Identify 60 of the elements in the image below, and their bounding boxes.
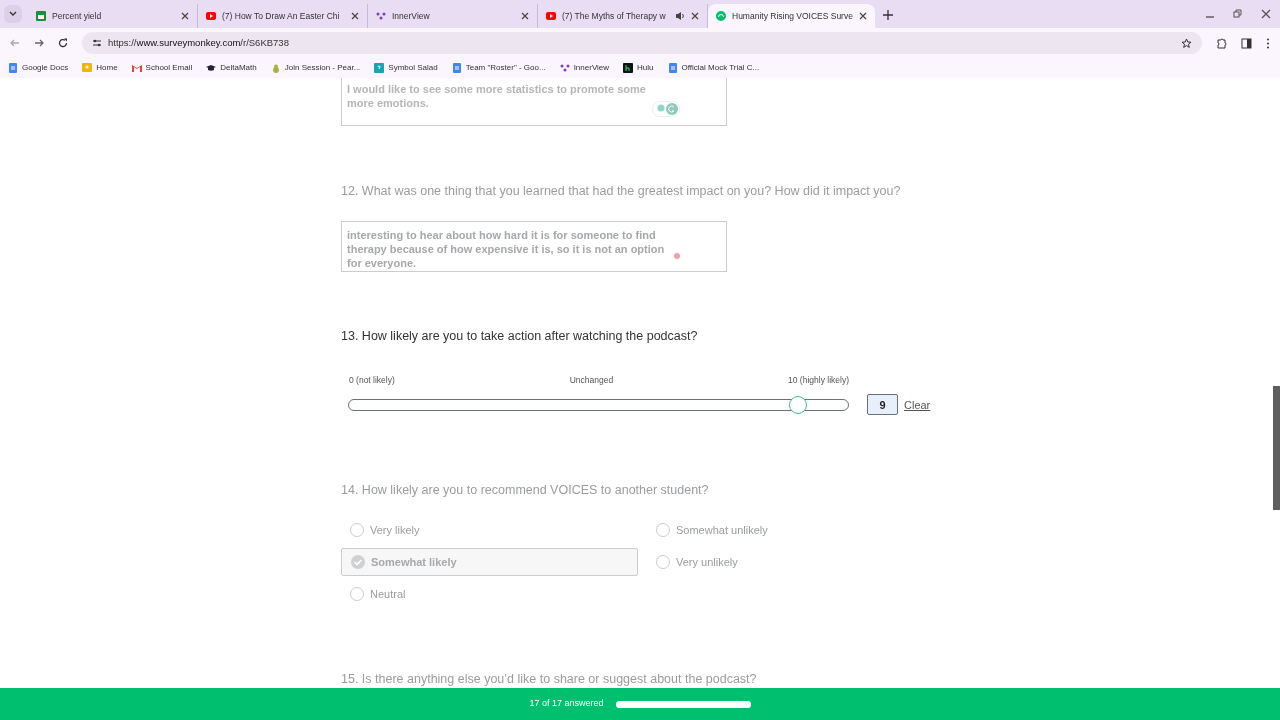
dots-icon <box>559 63 570 73</box>
bookmark[interactable]: Google Docs <box>8 62 69 74</box>
site-settings-icon[interactable] <box>92 38 102 48</box>
bookmark[interactable]: Home <box>82 62 118 74</box>
classroom-icon <box>82 63 93 73</box>
browser-tab[interactable]: Humanity Rising VOICES Surve <box>708 4 875 28</box>
cap-icon <box>206 63 217 73</box>
restore-icon[interactable] <box>1233 9 1243 19</box>
bookmark[interactable]: Team "Roster" - Goo... <box>451 62 546 74</box>
forward-icon[interactable] <box>34 38 44 48</box>
square-icon <box>623 63 634 73</box>
bookmark[interactable]: InnerView <box>559 62 610 74</box>
bookmark[interactable]: Hulu <box>623 62 654 74</box>
scrollbar[interactable] <box>1273 386 1280 510</box>
logo-icon <box>716 11 726 21</box>
writing-assistant-icon <box>652 101 680 117</box>
star-icon[interactable] <box>1181 37 1192 49</box>
url-text: https://www.surveymonkey.com/r/S6KB738 <box>108 35 289 50</box>
dots-icon <box>376 11 386 21</box>
mail-icon <box>131 63 142 73</box>
close-icon[interactable] <box>858 12 867 20</box>
slider-thumb[interactable] <box>789 395 808 414</box>
question-icon <box>374 63 385 73</box>
close-icon[interactable] <box>181 12 189 20</box>
bookmark[interactable]: Symbol Salad <box>374 62 438 74</box>
close-icon[interactable] <box>521 12 529 20</box>
address-bar[interactable]: https://www.surveymonkey.com/r/S6KB738 <box>82 32 1202 54</box>
pear-icon <box>270 63 281 73</box>
check-circle-icon[interactable] <box>351 555 365 569</box>
scale-label: 10 (highly likely) <box>788 373 849 387</box>
bookmark[interactable]: DeltaMath <box>206 62 257 74</box>
close-icon[interactable] <box>691 12 699 20</box>
document-icon <box>451 63 462 73</box>
bookmark[interactable]: Official Mock Trial C... <box>667 62 760 74</box>
document-icon <box>8 63 18 73</box>
progress-text: 17 of 17 answered <box>529 697 604 711</box>
scale-label: Unchanged <box>569 373 614 387</box>
sheets-icon <box>36 11 46 21</box>
close-icon[interactable] <box>1261 9 1271 19</box>
tab-list-button[interactable] <box>4 5 22 23</box>
question-title: 13. How likely are you to take action after watching the podcast? <box>341 327 699 345</box>
chevron-down-icon <box>9 11 17 17</box>
status-dot <box>674 252 680 259</box>
close-icon[interactable] <box>351 12 359 20</box>
clear-link[interactable]: Clear <box>904 396 931 413</box>
play-icon <box>546 11 556 21</box>
question-title: 15. Is there anything else you’d like to share or suggest about the podcast? <box>341 671 758 688</box>
bookmark[interactable]: Join Session - Pear... <box>270 62 361 74</box>
puzzle-icon[interactable] <box>1216 37 1227 49</box>
value-field[interactable]: 9 <box>867 394 898 416</box>
more-icon[interactable] <box>1266 37 1270 49</box>
question-title: 12. What was one thing that you learned that had the greatest impact on you? How did it impact you? <box>341 183 902 200</box>
question-title: 14. How likely are you to recommend VOICES to another student? <box>341 482 710 500</box>
document-icon <box>667 63 678 73</box>
play-icon <box>206 11 216 21</box>
reload-icon[interactable] <box>58 38 68 48</box>
scale-label: 0 (not likely) <box>349 373 395 387</box>
bookmark[interactable]: School Email <box>131 62 193 74</box>
side-panel-icon[interactable] <box>1241 37 1252 49</box>
plus-icon[interactable] <box>882 10 893 20</box>
